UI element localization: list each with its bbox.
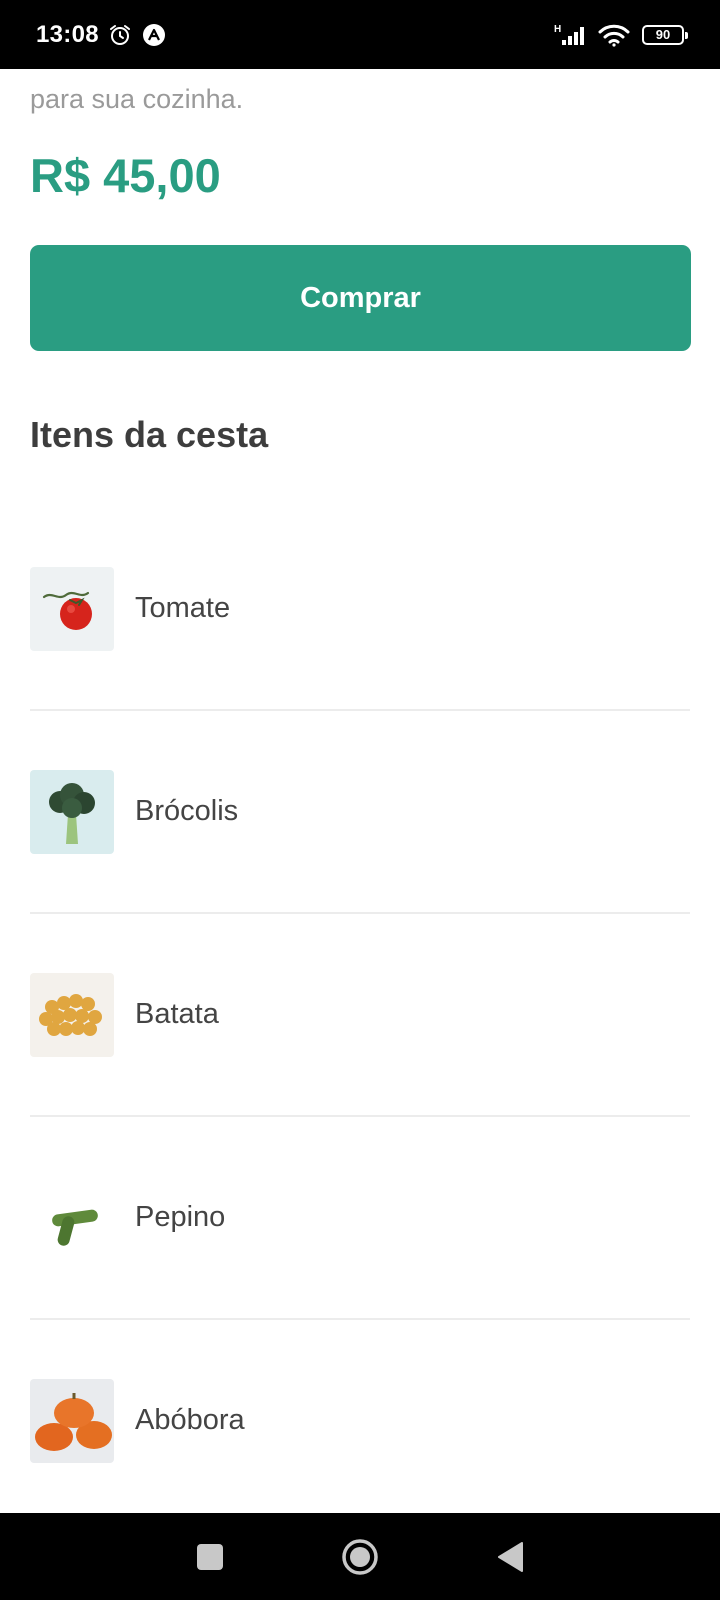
circle-icon (342, 1538, 378, 1575)
product-description: para sua cozinha. (30, 84, 244, 114)
svg-text:H: H (554, 24, 561, 35)
item-name: Batata (135, 998, 219, 1030)
app-notification-icon (141, 22, 167, 48)
tomato-image (30, 566, 114, 651)
wifi-icon (598, 22, 630, 48)
home-button[interactable] (340, 1537, 380, 1577)
list-item[interactable]: Abóbora (30, 1320, 690, 1523)
buy-button[interactable]: Comprar (30, 245, 691, 351)
status-right: H 90 (554, 22, 688, 48)
recent-apps-button[interactable] (190, 1537, 230, 1577)
cucumber-image (30, 1175, 114, 1260)
list-item[interactable]: Tomate (30, 508, 690, 711)
main-content: para sua cozinha. R$ 45,00 Comprar Itens… (30, 69, 691, 1523)
alarm-icon (107, 22, 133, 48)
signal-icon: H (554, 22, 590, 48)
item-name: Tomate (135, 592, 231, 624)
battery-icon: 90 (642, 24, 688, 45)
status-left: 13:08 (36, 21, 167, 49)
list-item[interactable]: Batata (30, 914, 690, 1117)
pumpkin-image (30, 1378, 114, 1463)
potato-image (30, 972, 114, 1057)
navigation-bar (0, 1513, 720, 1600)
status-time: 13:08 (36, 20, 99, 48)
broccoli-image (30, 769, 114, 854)
basket-items-title: Itens da cesta (30, 414, 269, 455)
back-button[interactable] (490, 1537, 530, 1577)
basket-items-list: Tomate Brócolis Batata Pepino Abóbora (30, 508, 690, 1523)
list-item[interactable]: Brócolis (30, 711, 690, 914)
square-icon (197, 1543, 223, 1570)
status-bar: 13:08 H 90 (0, 0, 720, 69)
item-name: Brócolis (135, 795, 239, 827)
product-price: R$ 45,00 (30, 149, 221, 202)
item-name: Pepino (135, 1201, 226, 1233)
list-item[interactable]: Pepino (30, 1117, 690, 1320)
triangle-back-icon (498, 1541, 523, 1572)
screen: 13:08 H 90 para sua cozinha. R$ 45,00 Co… (0, 0, 720, 1600)
item-name: Abóbora (135, 1404, 245, 1436)
